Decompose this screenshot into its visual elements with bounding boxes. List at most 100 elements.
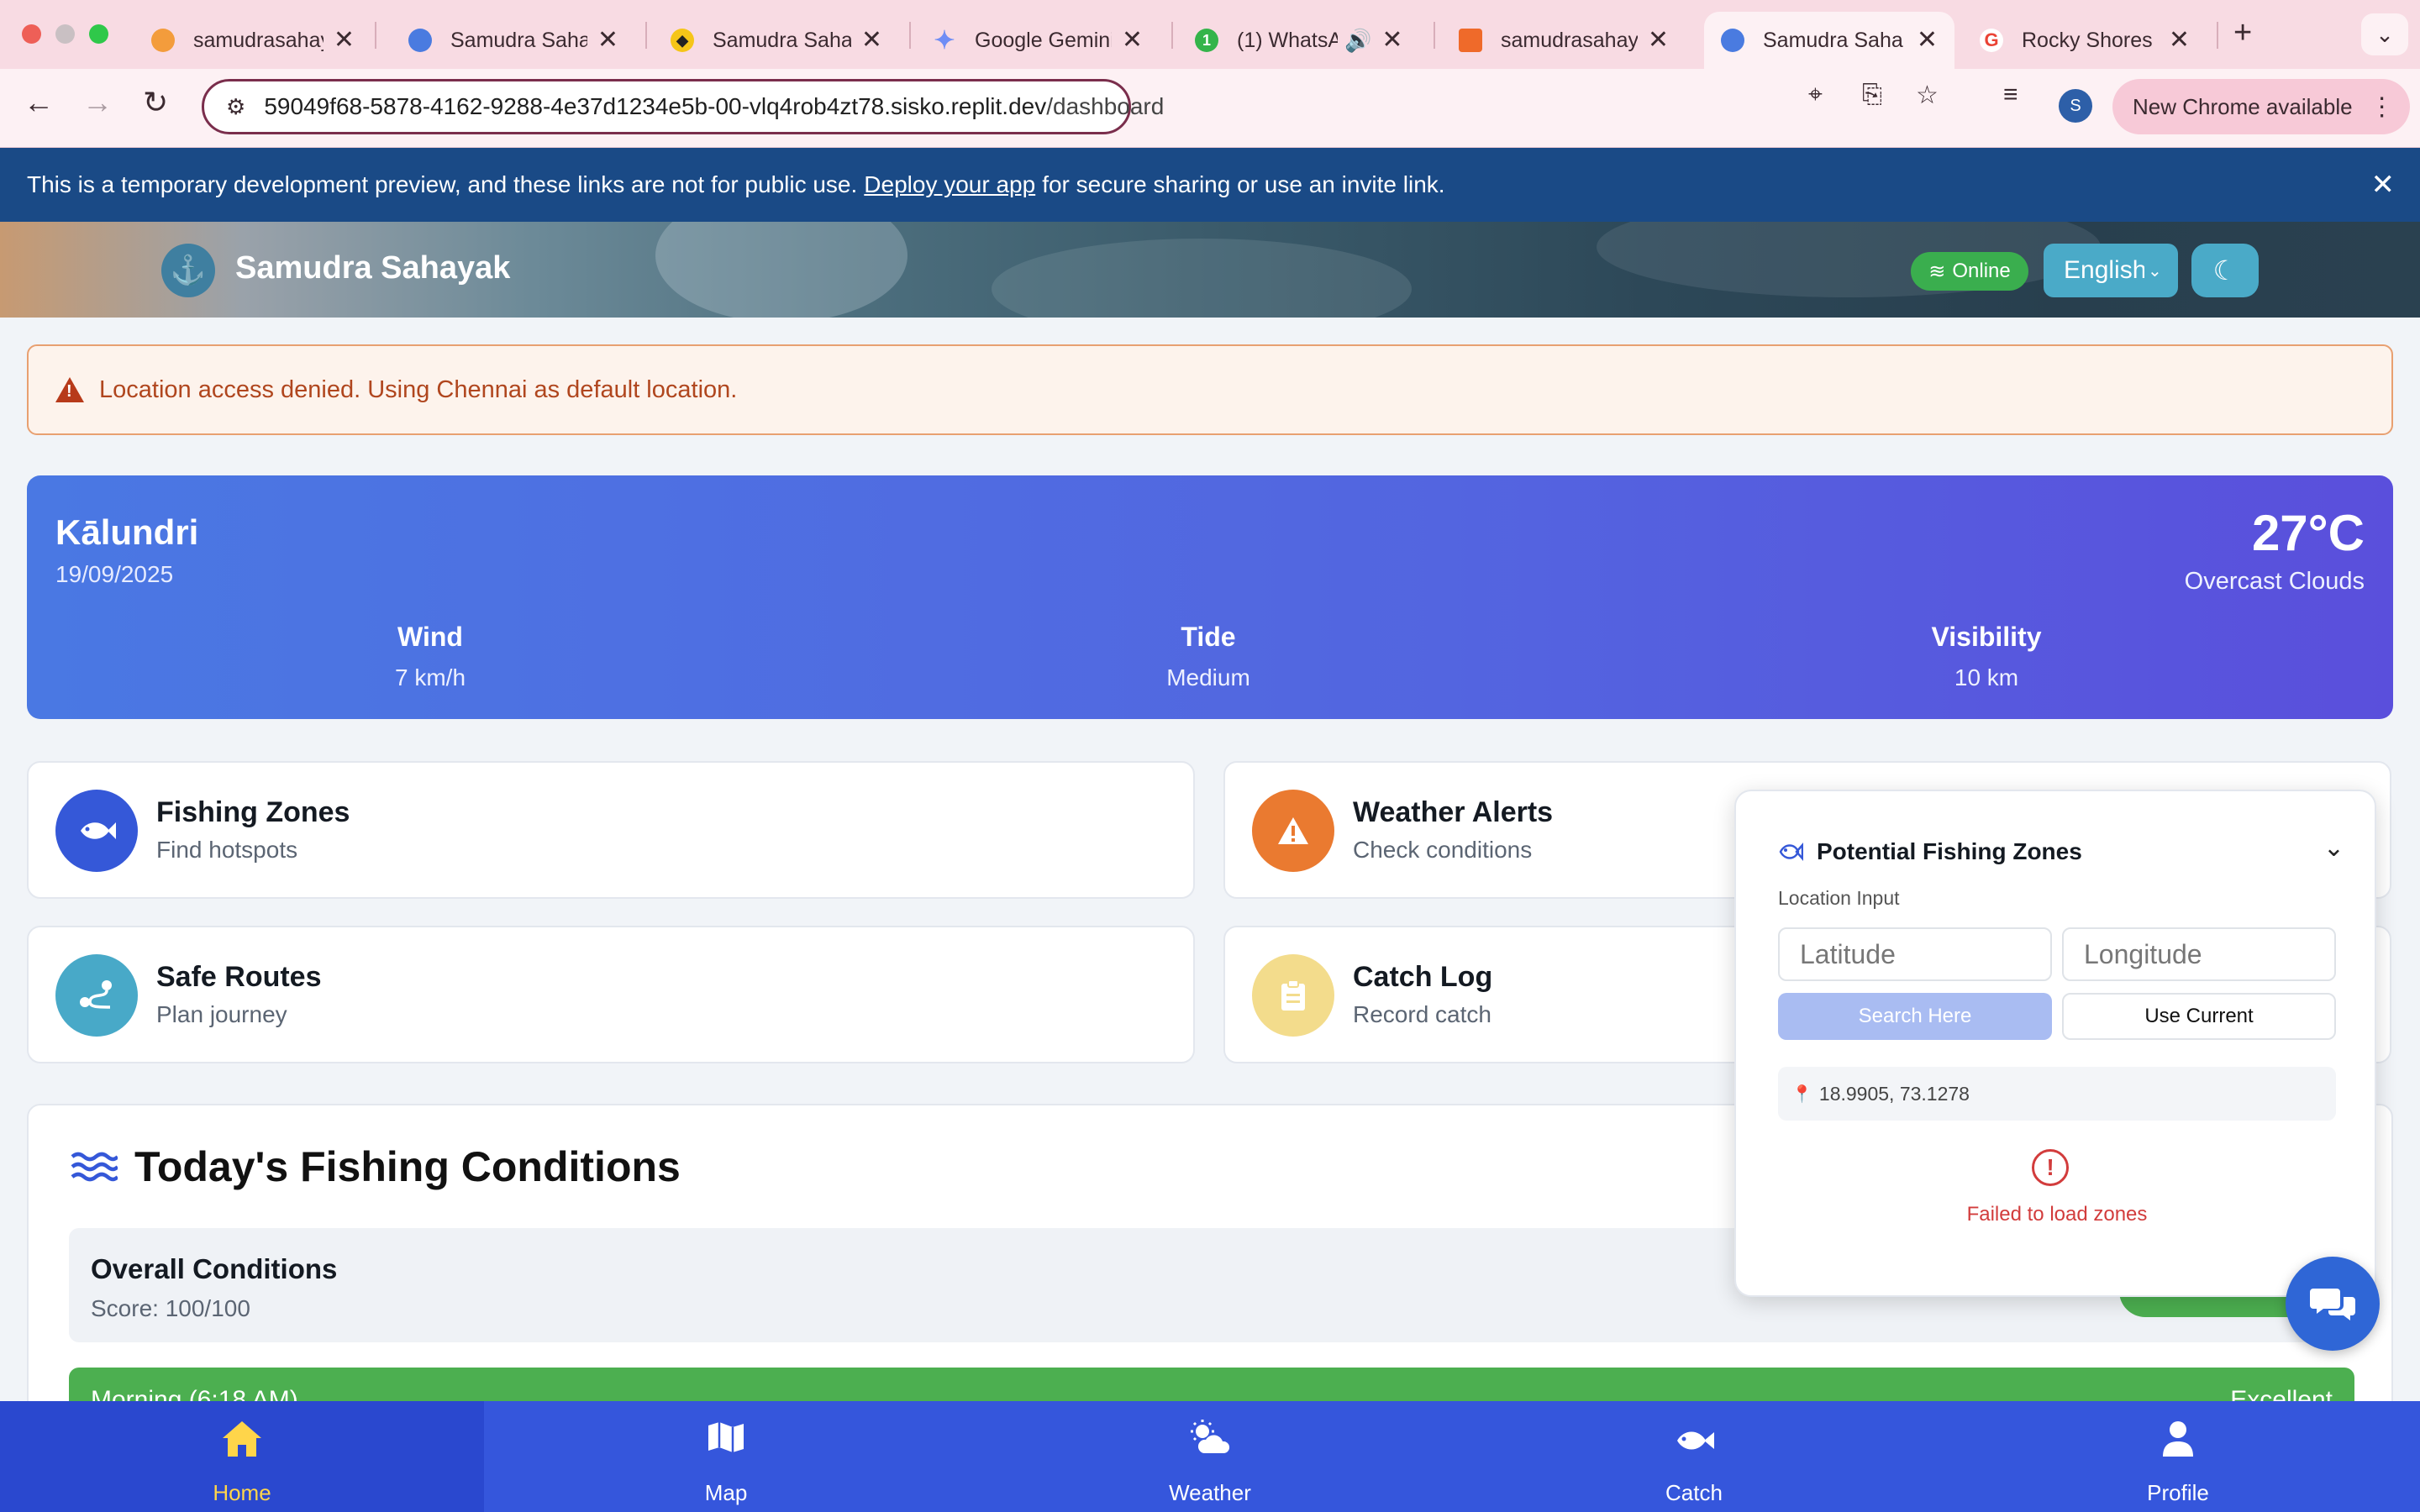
app-header: ⚓ Samudra Sahayak ≋ Online English ⌄ ☾	[0, 222, 2420, 318]
nav-label: Catch	[1665, 1480, 1723, 1505]
panel-title: Potential Fishing Zones	[1817, 838, 2082, 864]
fish-icon	[1779, 842, 1803, 862]
fish-icon	[55, 790, 138, 872]
card-subtitle: Plan journey	[156, 1001, 287, 1027]
close-tab-icon[interactable]: ✕	[1122, 28, 1143, 53]
close-tab-icon[interactable]: ✕	[1381, 28, 1402, 53]
use-current-button[interactable]: Use Current	[2062, 993, 2336, 1040]
browser-tab-active[interactable]: Samudra Saha ✕	[1704, 12, 1954, 69]
chat-bubbles-icon	[2310, 1289, 2355, 1320]
close-tab-icon[interactable]: ✕	[1917, 28, 1938, 53]
tab-favicon-icon	[408, 29, 432, 52]
bookmark-star-icon[interactable]: ☆	[1916, 81, 1939, 110]
nav-profile[interactable]: Profile	[1936, 1401, 2420, 1512]
back-arrow-icon[interactable]: ←	[24, 87, 54, 118]
card-title: Weather Alerts	[1353, 796, 1554, 828]
safe-routes-card[interactable]: Safe Routes Plan journey	[27, 926, 1195, 1063]
speaker-icon[interactable]: 🔊	[1344, 29, 1371, 51]
address-bar[interactable]: ⚙ 59049f68-5878-4162-9288-4e37d1234e5b-0…	[202, 79, 1164, 134]
nav-map[interactable]: Map	[484, 1401, 968, 1512]
browser-tab[interactable]: samudrasahaya ✕	[1442, 12, 1686, 69]
section-title: Today's Fishing Conditions	[71, 1142, 681, 1191]
temperature: 27°C	[2251, 505, 2365, 561]
panel-header: Potential Fishing Zones	[1778, 838, 2082, 865]
tab-search-chevron-icon[interactable]: ⌄	[2361, 13, 2408, 55]
maximize-window-icon[interactable]	[89, 24, 108, 44]
error-message: Failed to load zones	[1966, 1203, 2148, 1226]
browser-tab[interactable]: ✦ Google Gemini ✕	[916, 12, 1160, 69]
stat-value: 10 km	[1954, 664, 2019, 690]
install-app-icon[interactable]: ⎘	[1862, 81, 1882, 109]
nav-weather[interactable]: Weather	[968, 1401, 1452, 1512]
bottom-navigation: Home Map Weather Catch Profile	[0, 1401, 2420, 1512]
gemini-sparkle-icon: ✦	[934, 26, 955, 55]
reload-icon[interactable]: ↻	[143, 87, 168, 118]
nav-home[interactable]: Home	[0, 1401, 484, 1512]
overall-title: Overall Conditions	[91, 1253, 338, 1284]
new-tab-icon[interactable]: +	[2233, 15, 2252, 51]
close-icon[interactable]: ✕	[2371, 168, 2396, 202]
route-icon	[55, 954, 138, 1037]
nav-label: Map	[704, 1480, 748, 1505]
deploy-app-link[interactable]: Deploy your app	[864, 171, 1035, 198]
tab-title: Rocky Shores	[2022, 28, 2153, 52]
wifi-icon: ≋	[1928, 260, 1946, 283]
visibility-stat: Visibility 10 km	[1818, 622, 2154, 691]
card-title: Fishing Zones	[156, 796, 350, 828]
reading-list-icon[interactable]: ≡	[2003, 81, 2018, 109]
tab-title: Samudra Saha	[1763, 28, 1903, 52]
close-tab-icon[interactable]: ✕	[334, 28, 355, 53]
app-title: Samudra Sahayak	[235, 250, 511, 286]
more-vert-icon[interactable]: ⋮	[2370, 92, 2395, 122]
conditions-title: Today's Fishing Conditions	[134, 1143, 681, 1190]
map-icon	[707, 1420, 745, 1465]
weather-description: Overcast Clouds	[2184, 568, 2365, 595]
browser-tab[interactable]: Samudra Sahay ✕	[392, 12, 635, 69]
tab-title: samudrasahaya	[1501, 28, 1638, 52]
fishing-zones-card[interactable]: Fishing Zones Find hotspots	[27, 761, 1195, 899]
nav-catch[interactable]: Catch	[1452, 1401, 1936, 1512]
coordinates-value: 18.9905, 73.1278	[1818, 1082, 1970, 1105]
close-tab-icon[interactable]: ✕	[2169, 28, 2190, 53]
stat-label: Tide	[1181, 622, 1236, 652]
coordinates-display: 📍 18.9905, 73.1278	[1778, 1067, 2336, 1121]
stat-value: Medium	[1166, 664, 1250, 690]
tab-title: Samudra Sahay	[450, 28, 587, 52]
banner-text-after: for secure sharing or use an invite link…	[1042, 171, 1445, 197]
tab-favicon-icon	[1721, 29, 1744, 52]
tab-favicon-icon: 1	[1195, 29, 1218, 52]
close-window-icon[interactable]	[22, 24, 41, 44]
user-icon	[2161, 1420, 2195, 1465]
forward-arrow-icon[interactable]: →	[82, 87, 113, 118]
browser-tab[interactable]: G Rocky Shores ✕	[1963, 12, 2207, 69]
search-here-button[interactable]: Search Here	[1778, 993, 2052, 1040]
close-tab-icon[interactable]: ✕	[1648, 28, 1669, 53]
minimize-window-icon[interactable]	[55, 24, 75, 44]
language-value: English	[2064, 256, 2144, 284]
site-settings-icon[interactable]: ⚙	[226, 94, 245, 120]
location-pin-icon[interactable]: ⌖	[1808, 81, 1823, 109]
online-status-badge: ≋ Online	[1911, 252, 2028, 291]
browser-tab[interactable]: 1 (1) WhatsAp 🔊 ✕	[1178, 12, 1425, 69]
clipboard-icon	[1252, 954, 1334, 1037]
fish-icon	[1674, 1420, 1714, 1465]
language-select[interactable]: English ⌄	[2044, 244, 2178, 297]
dark-mode-toggle[interactable]: ☾	[2191, 244, 2259, 297]
nav-label: Home	[213, 1480, 271, 1505]
weather-date: 19/09/2025	[55, 561, 174, 587]
longitude-input[interactable]	[2062, 927, 2336, 981]
dev-preview-banner: This is a temporary development preview,…	[0, 148, 2420, 222]
latitude-input[interactable]	[1778, 927, 2052, 981]
status-label: Online	[1952, 260, 2011, 282]
close-tab-icon[interactable]: ✕	[861, 28, 882, 53]
chat-button[interactable]	[2286, 1257, 2380, 1351]
new-chrome-button[interactable]: New Chrome available ⋮	[2112, 79, 2410, 134]
chevron-down-icon[interactable]: ⌄	[2323, 833, 2344, 863]
browser-tab-strip: samudrasahaya ✕ Samudra Sahay ✕ ◆ Samudr…	[0, 0, 2420, 69]
tab-title: Google Gemini	[975, 28, 1112, 52]
profile-avatar[interactable]: S	[2059, 89, 2092, 123]
close-tab-icon[interactable]: ✕	[597, 28, 618, 53]
browser-tab[interactable]: samudrasahaya ✕	[134, 12, 371, 69]
location-alert: Location access denied. Using Chennai as…	[27, 344, 2393, 435]
browser-tab[interactable]: ◆ Samudra Sahay ✕	[654, 12, 899, 69]
